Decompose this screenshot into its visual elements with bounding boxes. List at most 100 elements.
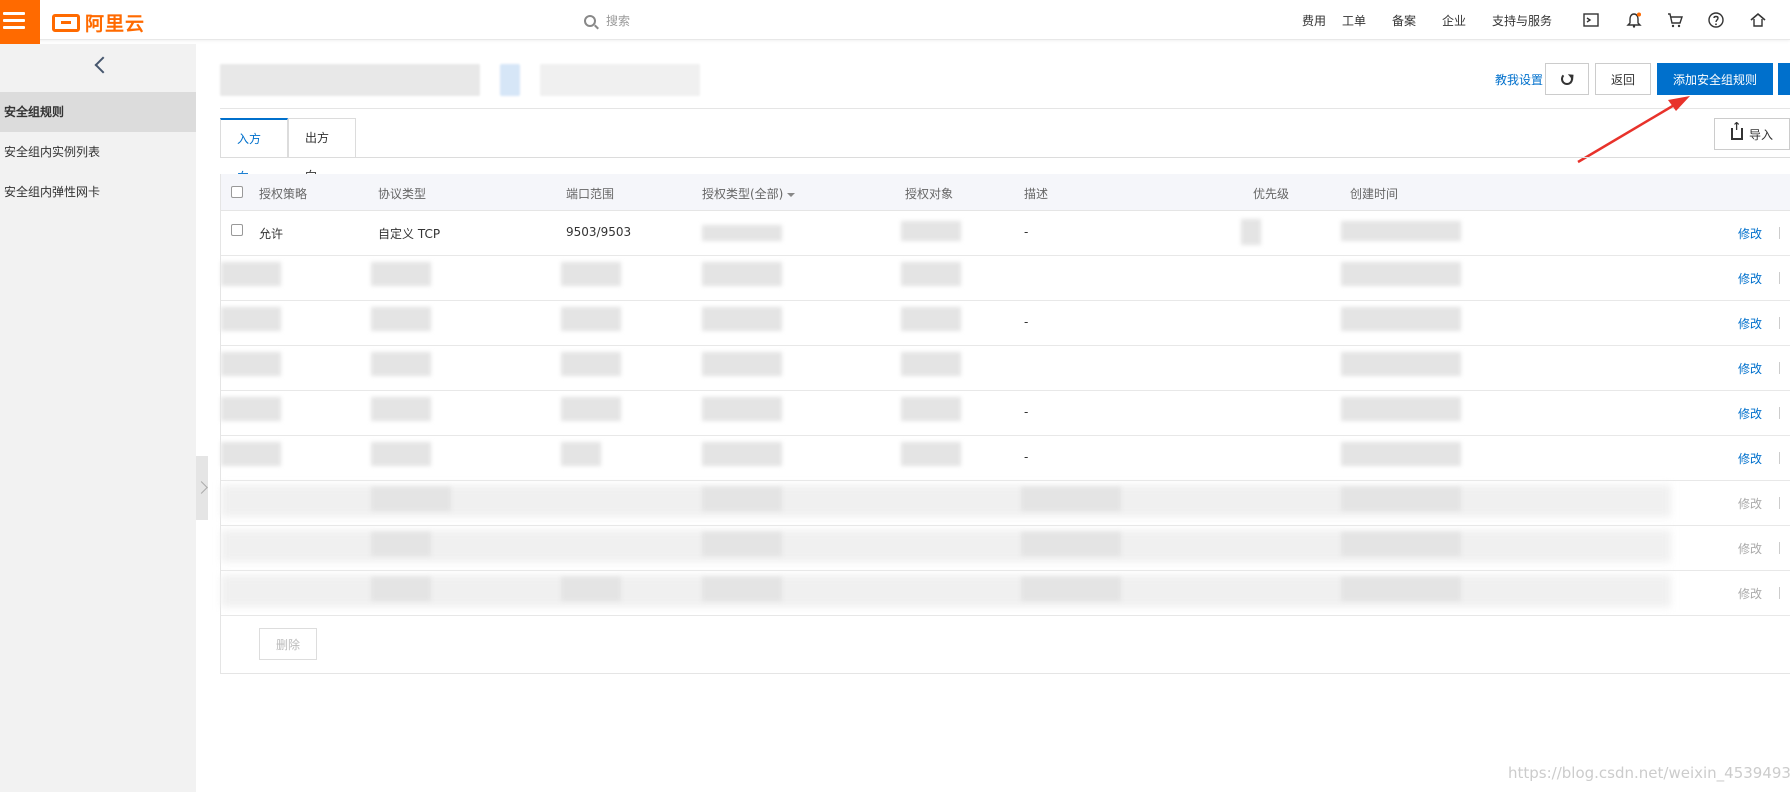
- cell-protocol-redacted: [371, 577, 431, 601]
- delete-button[interactable]: 删除: [259, 628, 317, 660]
- action-separator: [1779, 497, 1780, 509]
- cart-icon[interactable]: [1667, 12, 1683, 28]
- home-icon[interactable]: [1750, 12, 1766, 28]
- action-separator: [1779, 587, 1780, 599]
- cell-auth-type-redacted: [702, 307, 782, 331]
- cell-port-redacted: [561, 397, 621, 421]
- cell-protocol-redacted: [371, 262, 431, 286]
- page-title-redacted: [220, 64, 480, 96]
- cell-policy-redacted: [221, 397, 281, 421]
- back-button[interactable]: 返回: [1595, 63, 1651, 95]
- refresh-button[interactable]: [1545, 63, 1589, 95]
- cell-description-redacted: [1021, 577, 1121, 601]
- cell-policy-redacted: [221, 307, 281, 331]
- refresh-icon: [1561, 73, 1573, 85]
- table-row: 修改: [221, 346, 1790, 391]
- nav-billing[interactable]: 费用: [1302, 12, 1326, 29]
- cell-description: -: [1024, 225, 1029, 239]
- nav-icp[interactable]: 备案: [1392, 12, 1416, 29]
- title-id-redacted: [500, 64, 520, 96]
- top-navigation-bar: 阿里云 搜索 费用 工单 备案 企业 支持与服务: [0, 0, 1790, 44]
- action-separator: [1779, 317, 1780, 329]
- select-all-checkbox[interactable]: [231, 186, 243, 198]
- edit-link[interactable]: 修改: [1738, 585, 1762, 602]
- row-checkbox[interactable]: [231, 224, 243, 236]
- terminal-icon[interactable]: [1583, 12, 1599, 28]
- action-separator: [1779, 407, 1780, 419]
- aliyun-logo[interactable]: 阿里云: [52, 9, 145, 36]
- edit-link[interactable]: 修改: [1738, 315, 1762, 332]
- sidebar-item-rules[interactable]: 安全组规则: [0, 92, 196, 132]
- tab-inbound[interactable]: 入方向: [220, 118, 288, 184]
- table-row: 修改: [221, 481, 1790, 526]
- add-rule-button[interactable]: 添加安全组规则: [1657, 63, 1773, 95]
- cell-time-redacted: [1341, 532, 1461, 556]
- table-bottom-border: [220, 673, 1790, 674]
- bell-icon[interactable]: [1626, 12, 1642, 28]
- tab-divider: [220, 157, 1790, 158]
- cell-description-redacted: [1021, 487, 1121, 511]
- action-separator: [1779, 362, 1780, 374]
- rules-table: 授权策略 协议类型 端口范围 授权类型(全部) 授权对象 描述 优先级 创建时间…: [220, 174, 1790, 674]
- edit-link[interactable]: 修改: [1738, 360, 1762, 377]
- cell-auth-object-redacted: [901, 442, 961, 466]
- cell-policy-redacted: [221, 442, 281, 466]
- cell-time-redacted: [1341, 442, 1461, 466]
- col-auth-type[interactable]: 授权类型(全部): [702, 185, 796, 202]
- aliyun-logo-icon: [52, 13, 80, 32]
- upload-icon: [1730, 120, 1743, 140]
- cell-auth-type-redacted: [702, 225, 782, 241]
- cell-time-redacted: [1341, 352, 1461, 376]
- cell-auth-object-redacted: [901, 307, 961, 331]
- table-row: - 修改: [221, 391, 1790, 436]
- col-auth-type-label: 授权类型(全部): [702, 187, 784, 201]
- cell-auth-object-redacted: [901, 262, 961, 286]
- cell-description: -: [1024, 405, 1029, 419]
- cell-time-redacted: [1341, 487, 1461, 511]
- hamburger-menu-icon[interactable]: [0, 0, 40, 44]
- search-input[interactable]: 搜索: [584, 12, 630, 29]
- nav-enterprise[interactable]: 企业: [1442, 12, 1466, 29]
- cell-time-redacted: [1341, 262, 1461, 286]
- tab-outbound[interactable]: 出方向: [288, 118, 356, 183]
- cell-port-redacted: [561, 262, 621, 286]
- import-button[interactable]: 导入: [1714, 118, 1790, 150]
- edit-link[interactable]: 修改: [1738, 225, 1762, 242]
- nav-ticket[interactable]: 工单: [1342, 12, 1366, 29]
- cell-auth-object-redacted: [901, 397, 961, 421]
- help-icon[interactable]: [1708, 12, 1724, 28]
- cell-protocol-redacted: [371, 352, 431, 376]
- edit-link[interactable]: 修改: [1738, 405, 1762, 422]
- col-auth-object: 授权对象: [905, 187, 954, 201]
- col-policy: 授权策略: [259, 187, 308, 201]
- chevron-left-icon[interactable]: [93, 58, 107, 72]
- sidebar-item-instances[interactable]: 安全组内实例列表: [0, 132, 196, 172]
- cell-priority-redacted: [1241, 219, 1261, 245]
- edit-link[interactable]: 修改: [1738, 540, 1762, 557]
- sidebar-item-eni[interactable]: 安全组内弹性网卡: [0, 172, 196, 212]
- cell-time-redacted: [1341, 577, 1461, 601]
- title-meta-redacted: [540, 64, 700, 96]
- edit-link[interactable]: 修改: [1738, 450, 1762, 467]
- teach-me-link[interactable]: 教我设置: [1495, 71, 1543, 88]
- cell-auth-type-redacted: [702, 397, 782, 421]
- nav-support[interactable]: 支持与服务: [1492, 12, 1552, 29]
- logo-text: 阿里云: [85, 13, 146, 35]
- cell-port-redacted: [561, 352, 621, 376]
- sidebar-toggle-handle[interactable]: [196, 456, 208, 520]
- edit-link[interactable]: 修改: [1738, 270, 1762, 287]
- edit-link[interactable]: 修改: [1738, 495, 1762, 512]
- cell-auth-type-redacted: [702, 577, 782, 601]
- table-row: 修改: [221, 256, 1790, 301]
- table-row: 允许 自定义 TCP 9503/9503 - 修改: [221, 211, 1790, 256]
- chevron-down-icon: [787, 192, 796, 197]
- cell-auth-type-redacted: [702, 442, 782, 466]
- cell-description: -: [1024, 450, 1029, 464]
- more-actions-button[interactable]: [1778, 63, 1790, 95]
- col-description: 描述: [1024, 187, 1049, 201]
- search-icon: [584, 14, 596, 27]
- cell-auth-type-redacted: [702, 262, 782, 286]
- cell-port: 9503/9503: [566, 225, 632, 239]
- action-separator: [1779, 542, 1780, 554]
- table-row: 修改: [221, 571, 1790, 616]
